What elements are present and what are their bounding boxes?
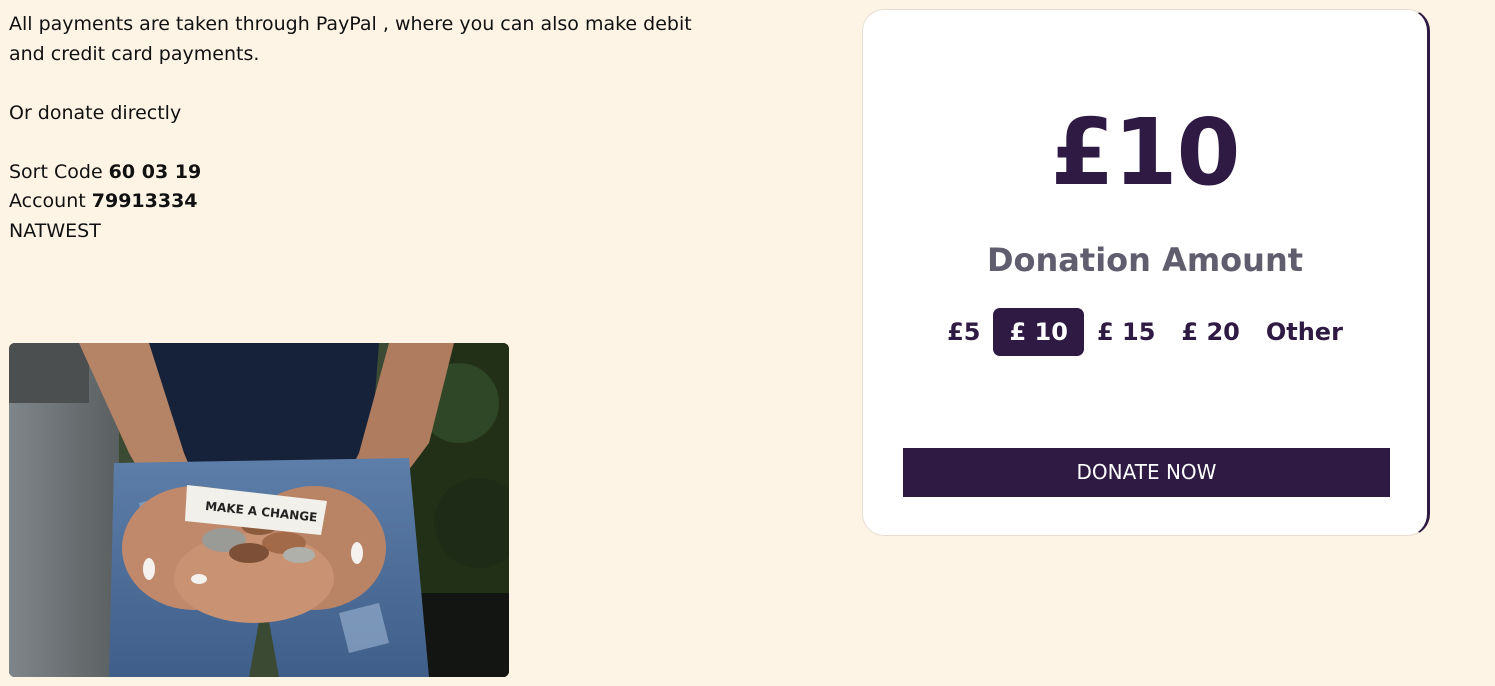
paypal-info-line-1: All payments are taken through PayPal , … — [9, 13, 692, 35]
amount-option-10[interactable]: £ 10 — [993, 308, 1084, 356]
donate-now-button[interactable]: DONATE NOW — [903, 448, 1390, 497]
sort-code-label: Sort Code — [9, 160, 109, 183]
amount-option-20[interactable]: £ 20 — [1168, 308, 1252, 356]
bank-name: NATWEST — [9, 219, 101, 242]
sort-code-row: Sort Code 60 03 19 — [9, 158, 729, 188]
direct-donate-text: Or donate directly — [9, 101, 182, 124]
donation-card: £10 Donation Amount £5 £ 10 £ 15 £ 20 Ot… — [862, 9, 1430, 536]
account-row: Account 79913334 — [9, 187, 729, 217]
amount-options: £5 £ 10 £ 15 £ 20 Other — [863, 308, 1427, 356]
selected-amount: £10 — [1050, 99, 1240, 206]
account-label: Account — [9, 190, 92, 212]
amount-option-15[interactable]: £ 15 — [1084, 308, 1168, 356]
payment-info: All payments are taken through PayPal , … — [9, 10, 729, 246]
paypal-info-line-2: and credit card payments. — [9, 42, 260, 65]
donation-photo: MAKE A CHANGE — [9, 343, 509, 677]
amount-option-other[interactable]: Other — [1253, 308, 1356, 356]
sort-code-value: 60 03 19 — [108, 160, 202, 183]
account-value: 79913334 — [91, 190, 198, 212]
donation-amount-label: Donation Amount — [986, 241, 1304, 279]
amount-option-5[interactable]: £5 — [934, 308, 993, 356]
